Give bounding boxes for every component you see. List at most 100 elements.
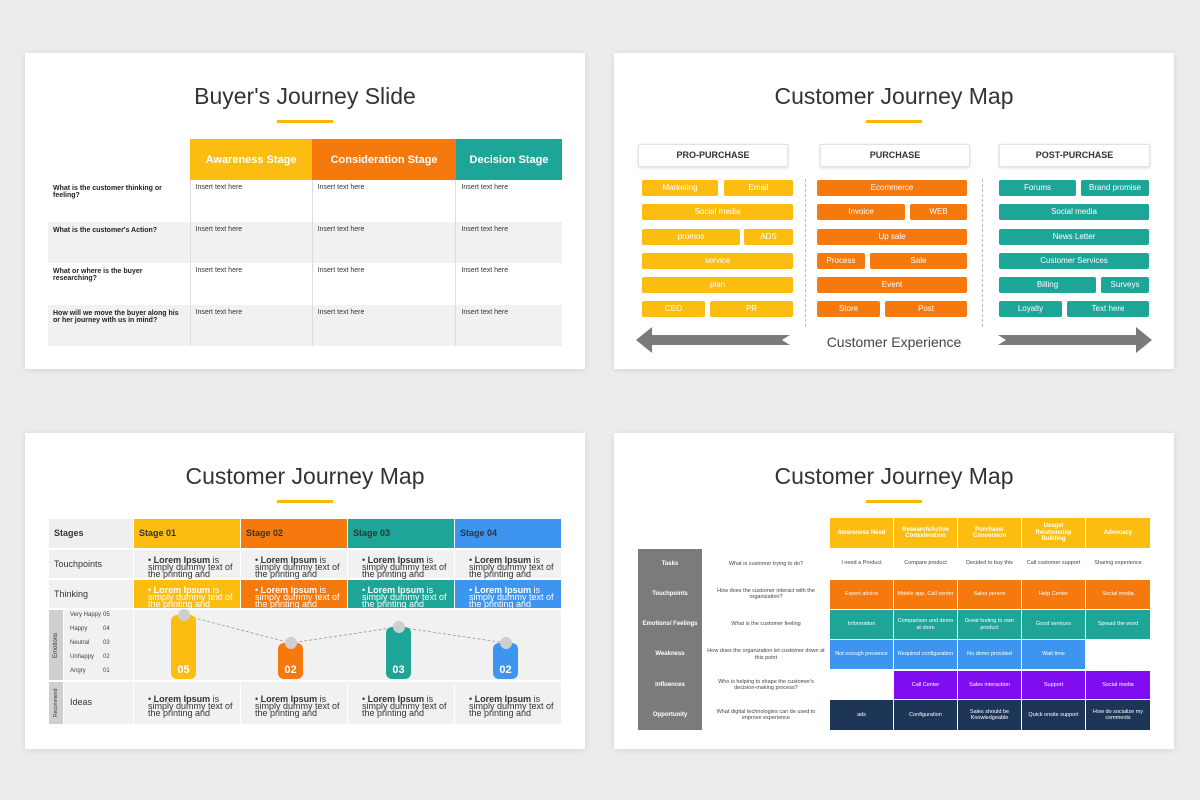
pill-up-sale: Up sale bbox=[817, 229, 967, 245]
touchpoint-text: • Lorem Ipsum is simply dummy text of th… bbox=[134, 550, 240, 579]
touchpoint-text: • Lorem Ipsum is simply dummy text of th… bbox=[241, 550, 347, 579]
row-label-tasks: Tasks bbox=[638, 549, 702, 579]
row-question: What is the customer thinking or feeling… bbox=[53, 185, 162, 199]
emotions-label: Emotions bbox=[49, 610, 63, 680]
table-cell: Expert advice bbox=[830, 580, 893, 609]
divider bbox=[982, 179, 983, 327]
emotion-pin-stage-03: 03 bbox=[386, 621, 411, 679]
phase-post-purchase: POST-PURCHASE bbox=[999, 144, 1150, 167]
pill-marketing: Marketing bbox=[642, 180, 718, 196]
pill-plan: plan bbox=[642, 277, 793, 293]
pill-invoice: Invoice bbox=[817, 204, 905, 220]
stage-01-header: Stage 01 bbox=[134, 519, 240, 548]
table-cell: Call customer support bbox=[1022, 549, 1085, 578]
idea-text: • Lorem Ipsum is simply dummy text of th… bbox=[348, 682, 454, 724]
touchpoint-text: • Lorem Ipsum is simply dummy text of th… bbox=[455, 550, 561, 579]
row-question: How does the customer interact with the … bbox=[717, 587, 815, 601]
pill-sale: Sale bbox=[870, 253, 967, 269]
table-cell: Insert text here bbox=[189, 221, 313, 263]
pill-promos: promos bbox=[642, 229, 740, 245]
pill-social-media: Social media bbox=[999, 204, 1149, 220]
thinking-text: • Lorem Ipsum is simply dummy text of th… bbox=[134, 580, 240, 609]
phase-pre-purchase: PRO-PURCHASE bbox=[638, 144, 788, 167]
row-question: What is the customer feeling bbox=[731, 620, 801, 627]
stages-label: Stages bbox=[49, 519, 133, 548]
idea-text: • Lorem Ipsum is simply dummy text of th… bbox=[455, 682, 561, 724]
pill-text-here: Text here bbox=[1067, 301, 1149, 317]
pill-billing: Billing bbox=[999, 277, 1096, 293]
idea-text: • Lorem Ipsum is simply dummy text of th… bbox=[241, 682, 347, 724]
title-underline bbox=[866, 120, 922, 123]
emotion-level: Unhappy 02 bbox=[70, 654, 110, 660]
table-cell: ads bbox=[830, 700, 893, 730]
table-cell: Insert text here bbox=[311, 221, 456, 263]
pill-store: Store bbox=[817, 301, 880, 317]
pill-email: Email bbox=[724, 180, 793, 196]
slide-buyers-journey[interactable]: Buyer's Journey Slide Awareness Stage Co… bbox=[25, 53, 585, 369]
idea-text: • Lorem Ipsum is simply dummy text of th… bbox=[134, 682, 240, 724]
table-cell: Insert text here bbox=[189, 263, 313, 305]
pill-social-media: Social media bbox=[642, 204, 793, 220]
row-question: What is the customer's Action? bbox=[48, 221, 190, 263]
row-label-opportunity: Opportunity bbox=[638, 700, 702, 730]
table-row: How will we move the buyer along his or … bbox=[48, 304, 562, 346]
table-cell: Great feeling to own product bbox=[958, 610, 1021, 639]
table-cell: Support bbox=[1022, 671, 1085, 699]
slide-customer-journey-matrix[interactable]: Customer Journey Map Awareness Need Rese… bbox=[614, 433, 1174, 749]
table-cell: Compare product bbox=[894, 549, 957, 578]
emotion-level: Angry 01 bbox=[70, 668, 110, 674]
table-cell: Help Center bbox=[1022, 580, 1085, 609]
ideas-label: Ideas bbox=[64, 682, 133, 724]
slide-customer-journey-stages[interactable]: Customer Journey Map Stages Stage 01 Sta… bbox=[25, 433, 585, 749]
title-underline bbox=[866, 500, 922, 503]
table-cell: Insert text here bbox=[455, 263, 562, 305]
phase-purchase: PURCHASE bbox=[820, 144, 970, 167]
table-cell: Insert text here bbox=[311, 304, 456, 346]
table-cell: Required configuration bbox=[894, 640, 957, 669]
pill-pr: PR bbox=[710, 301, 793, 317]
stage-04-header: Stage 04 bbox=[455, 519, 561, 548]
pill-surveys: Surveys bbox=[1101, 277, 1149, 293]
header-usage: Usage/ Relationship Building bbox=[1022, 518, 1085, 548]
recommend-label: Recommend bbox=[49, 682, 63, 724]
table-cell: Information bbox=[830, 610, 893, 639]
pill-brand-promise: Brand promise bbox=[1081, 180, 1149, 196]
emotion-pin-stage-01: 05 bbox=[171, 609, 196, 679]
stage-02-header: Stage 02 bbox=[241, 519, 347, 548]
title-underline bbox=[277, 120, 333, 123]
row-question: How will we move the buyer along his or … bbox=[48, 304, 190, 346]
table-row: What is the customer thinking or feeling… bbox=[48, 180, 562, 222]
thinking-label: Thinking bbox=[49, 580, 133, 608]
emotion-pin-stage-04: 02 bbox=[493, 637, 518, 679]
slide-customer-journey-phases[interactable]: Customer Journey Map PRO-PURCHASE PURCHA… bbox=[614, 53, 1174, 369]
thinking-text: • Lorem Ipsum is simply dummy text of th… bbox=[241, 580, 347, 609]
header-advocacy: Advocacy bbox=[1086, 518, 1150, 548]
slide-title: Buyer's Journey Slide bbox=[194, 83, 416, 109]
table-cell: Spread the word bbox=[1086, 610, 1150, 639]
pill-forums: Forums bbox=[999, 180, 1076, 196]
row-label-influences: Influences bbox=[638, 670, 702, 700]
table-cell: How do socialize my comments bbox=[1086, 700, 1150, 730]
slide-title: Customer Journey Map bbox=[185, 463, 425, 489]
table-cell: No demo provided bbox=[958, 640, 1021, 669]
table-cell: Insert text here bbox=[189, 304, 313, 346]
thinking-text: • Lorem Ipsum is simply dummy text of th… bbox=[348, 580, 454, 609]
row-question: What or where is the buyer researching? bbox=[53, 268, 143, 282]
pill-process: Process bbox=[817, 253, 865, 269]
thinking-text: • Lorem Ipsum is simply dummy text of th… bbox=[455, 580, 561, 609]
table-cell: Decided to buy this bbox=[958, 549, 1021, 578]
emotion-level: Happy 04 bbox=[70, 626, 110, 632]
emotion-level: Very Happy 05 bbox=[70, 612, 110, 618]
header-research: Research/Active Consideration bbox=[894, 518, 957, 548]
table-cell: Good services bbox=[1022, 610, 1085, 639]
pill-ads: ADS bbox=[744, 229, 793, 245]
row-question: What digital technologies can de used to… bbox=[716, 708, 816, 722]
divider bbox=[805, 179, 806, 327]
stage-03-header: Stage 03 bbox=[348, 519, 454, 548]
pill-loyalty: Loyalty bbox=[999, 301, 1062, 317]
customer-experience-label: Customer Experience bbox=[826, 334, 962, 350]
touchpoints-label: Touchpoints bbox=[49, 550, 133, 578]
header-purchase: Purchase/ Conversion bbox=[958, 518, 1021, 548]
table-cell: Insert text here bbox=[311, 180, 456, 222]
table-cell: Not enough presence bbox=[830, 640, 893, 669]
